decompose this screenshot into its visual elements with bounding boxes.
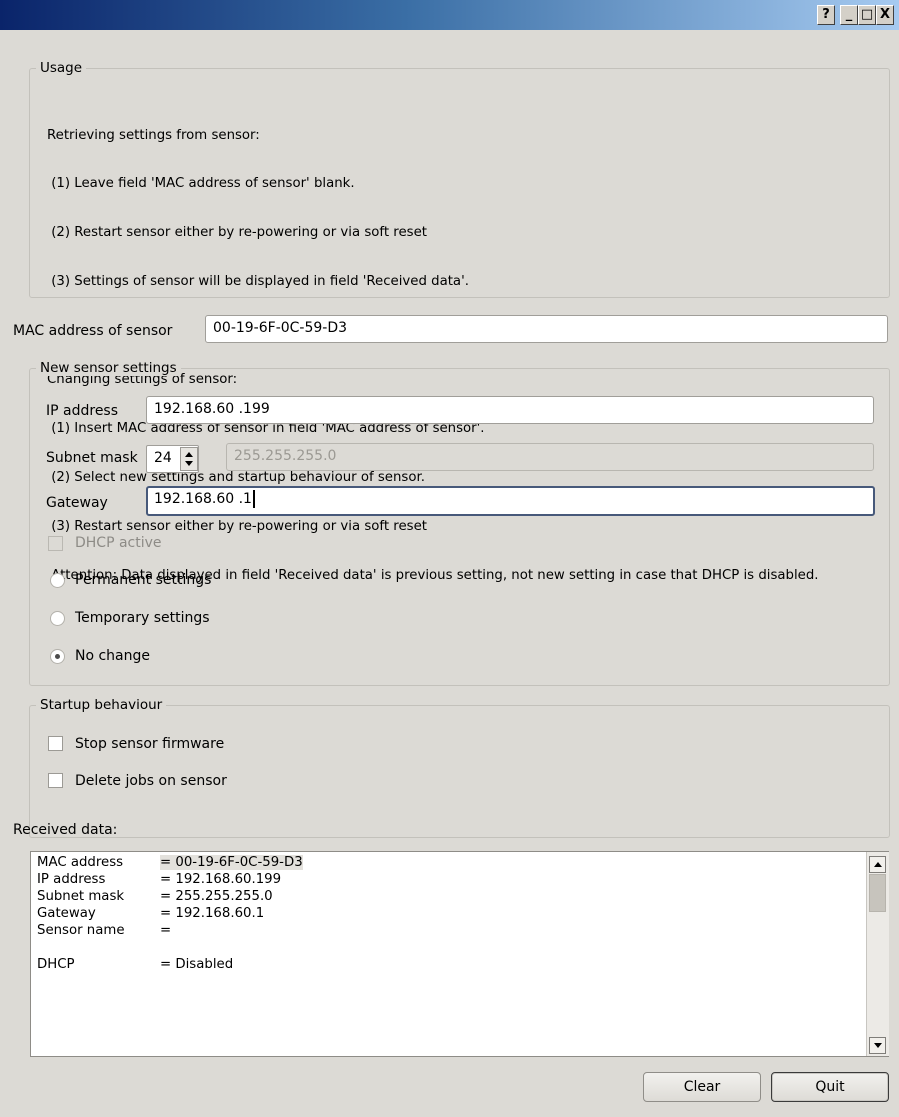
usage-legend: Usage <box>36 60 87 76</box>
subnet-prefix-value: 24 <box>154 450 172 466</box>
retrieve-step: (2) Restart sensor either by re-powering… <box>47 225 427 241</box>
scroll-thumb[interactable] <box>869 874 886 912</box>
received-row <box>37 940 160 957</box>
mac-label: MAC address of sensor <box>13 323 173 339</box>
scroll-down-icon[interactable] <box>869 1037 886 1054</box>
received-row: MAC address = 00-19-6F-0C-59-D3 <box>37 855 303 870</box>
vertical-scrollbar[interactable] <box>866 852 889 1056</box>
received-row: DHCP = Disabled <box>37 957 234 972</box>
subnet-label: Subnet mask <box>46 450 138 466</box>
received-row: Subnet mask = 255.255.255.0 <box>37 889 273 904</box>
received-row: IP address = 192.168.60.199 <box>37 872 282 887</box>
retrieve-step: (3) Settings of sensor will be displayed… <box>47 274 469 290</box>
received-row: Gateway = 192.168.60.1 <box>37 906 265 921</box>
permanent-settings-radio[interactable] <box>50 573 65 588</box>
permanent-settings-label: Permanent settings <box>75 572 212 588</box>
gateway-label: Gateway <box>46 495 108 511</box>
startup-legend: Startup behaviour <box>36 697 167 713</box>
received-data-textarea[interactable]: MAC address = 00-19-6F-0C-59-D3 IP addres… <box>30 851 889 1057</box>
temporary-settings-label: Temporary settings <box>75 610 210 626</box>
stop-firmware-label: Stop sensor firmware <box>75 736 225 752</box>
stop-firmware-checkbox[interactable] <box>48 736 63 751</box>
retrieve-step: (1) Leave field 'MAC address of sensor' … <box>47 176 355 192</box>
delete-jobs-checkbox[interactable] <box>48 773 63 788</box>
dhcp-label: DHCP active <box>75 535 162 551</box>
delete-jobs-label: Delete jobs on sensor <box>75 773 227 789</box>
temporary-settings-radio[interactable] <box>50 611 65 626</box>
no-change-label: No change <box>75 648 151 664</box>
retrieve-heading: Retrieving settings from sensor: <box>47 127 260 143</box>
minimize-button[interactable]: _ <box>840 5 858 25</box>
text-cursor <box>252 490 255 508</box>
received-data-label: Received data: <box>13 822 118 838</box>
dhcp-checkbox[interactable] <box>48 536 63 551</box>
ip-label: IP address <box>46 403 119 419</box>
received-row: Sensor name = <box>37 923 172 938</box>
mac-input[interactable]: 00-19-6F-0C-59-D3 <box>205 315 888 343</box>
help-button[interactable]: ? <box>817 5 835 25</box>
ip-input[interactable]: 192.168.60 .199 <box>146 396 874 424</box>
subnet-mask-field: 255.255.255.0 <box>226 443 874 471</box>
clear-button[interactable]: Clear <box>643 1072 761 1102</box>
maximize-button[interactable]: □ <box>858 5 876 25</box>
new-settings-legend: New sensor settings <box>36 360 181 376</box>
subnet-prefix-spinbox[interactable]: 24 <box>146 445 199 473</box>
quit-button[interactable]: Quit <box>771 1072 889 1102</box>
title-bar[interactable]: ? _ □ X <box>0 0 899 30</box>
startup-group <box>29 705 890 838</box>
close-button[interactable]: X <box>876 5 894 25</box>
no-change-radio[interactable] <box>50 649 65 664</box>
spinner-arrows-icon[interactable] <box>180 447 198 471</box>
gateway-value: 192.168.60 .1 <box>154 491 252 507</box>
gateway-input[interactable]: 192.168.60 .1 <box>146 486 875 516</box>
scroll-up-icon[interactable] <box>869 856 886 873</box>
